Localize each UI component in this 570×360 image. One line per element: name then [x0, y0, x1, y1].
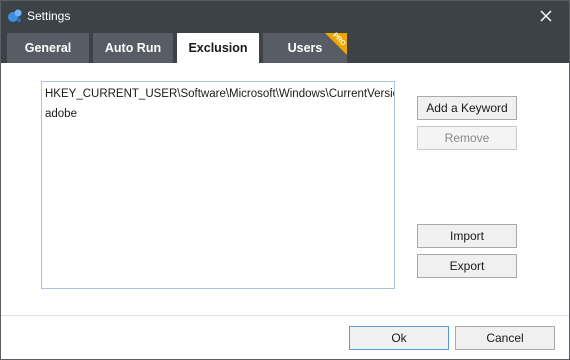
tab-users[interactable]: Users PRO	[263, 32, 347, 63]
list-item[interactable]: HKEY_CURRENT_USER\Software\Microsoft\Win…	[42, 84, 394, 104]
ok-button[interactable]: Ok	[349, 326, 449, 350]
footer-divider	[1, 315, 569, 316]
tab-exclusion-label: Exclusion	[188, 41, 248, 55]
list-item[interactable]: adobe	[42, 104, 394, 124]
tab-general-label: General	[24, 41, 72, 55]
tab-users-label: Users	[287, 41, 323, 55]
tab-exclusion[interactable]: Exclusion	[177, 33, 259, 63]
tab-auto-run-label: Auto Run	[104, 41, 162, 55]
settings-window: Settings General Auto Run Exclusion User…	[0, 0, 570, 360]
close-icon[interactable]	[533, 5, 559, 29]
title-bar: Settings	[1, 1, 569, 33]
remove-button[interactable]: Remove	[417, 126, 517, 150]
exclusion-list[interactable]: HKEY_CURRENT_USER\Software\Microsoft\Win…	[41, 81, 395, 289]
tab-general[interactable]: General	[7, 33, 89, 63]
import-button[interactable]: Import	[417, 224, 517, 248]
add-keyword-button[interactable]: Add a Keyword	[417, 96, 517, 120]
tab-auto-run[interactable]: Auto Run	[93, 33, 173, 63]
tab-bar: General Auto Run Exclusion Users PRO	[1, 32, 569, 63]
export-button[interactable]: Export	[417, 254, 517, 278]
cancel-button[interactable]: Cancel	[455, 326, 555, 350]
app-logo-icon	[8, 9, 22, 23]
window-title: Settings	[27, 9, 71, 23]
